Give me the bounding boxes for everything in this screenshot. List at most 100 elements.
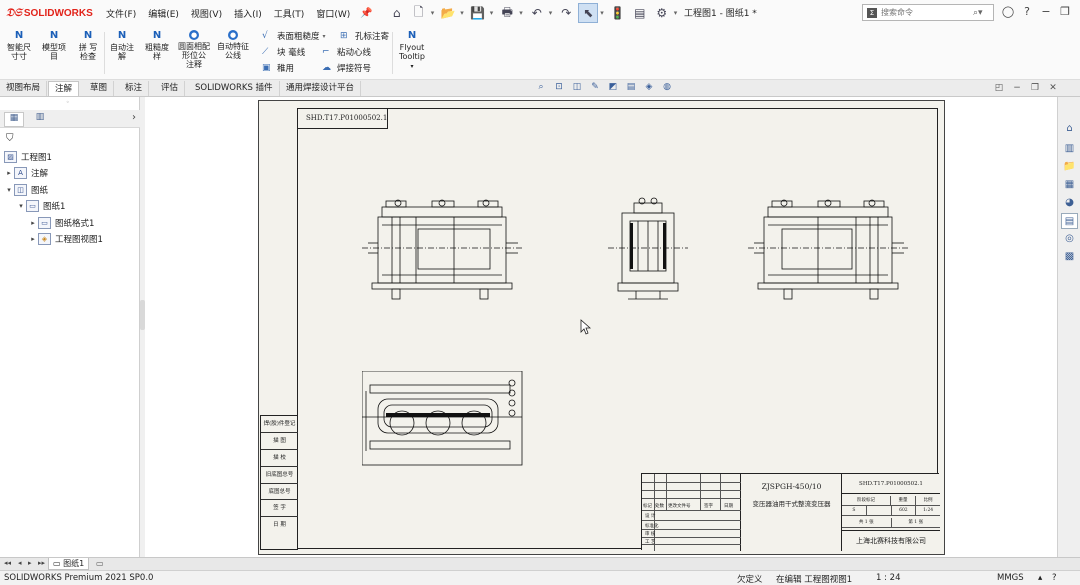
tab-annotation[interactable]: 注解 <box>48 81 80 96</box>
chevron-down-icon[interactable]: ▾ <box>519 9 523 17</box>
new-document-icon[interactable]: 🗋 <box>409 3 429 23</box>
top-view-drawing[interactable] <box>362 371 526 467</box>
document-close-icon[interactable]: ✕ <box>1044 83 1062 93</box>
graphics-area[interactable]: SHD.T17.P01000502.1 焊(胶)件登记 描 图 描 校 旧底图总… <box>145 97 1057 557</box>
auto-balloon-button[interactable]: N 自动注 解 <box>106 30 138 61</box>
datum-button[interactable]: ▣ 稚用 <box>262 62 294 74</box>
file-explorer-icon[interactable]: 📁 <box>1061 159 1078 175</box>
chevron-down-icon[interactable]: ▾ <box>323 33 326 40</box>
close-window-icon[interactable]: ✕ <box>1076 5 1080 18</box>
status-help-icon[interactable]: ? <box>1052 573 1057 583</box>
unit-system[interactable]: MMGS <box>997 573 1024 583</box>
add-sheet-icon[interactable]: ▭ <box>96 559 104 568</box>
tab-weld-platform[interactable]: 通用焊接设计平台 <box>280 81 362 96</box>
menu-file[interactable]: 文件(F) <box>100 7 142 20</box>
spell-check-button[interactable]: N 拼 写 检查 <box>74 30 102 61</box>
prev-sheet-icon[interactable]: ◂ <box>18 559 22 567</box>
select-cursor-icon[interactable]: ⬉ <box>578 3 599 23</box>
surface-roughness-button[interactable]: √ 表面粗糙度 ▾ <box>262 30 326 42</box>
chevron-down-icon[interactable]: ▾ <box>460 9 464 17</box>
document-restore-icon[interactable]: ❐ <box>1026 83 1044 93</box>
pin-icon[interactable]: 📌 <box>360 8 372 19</box>
smart-dimension-button[interactable]: N 智能尺 寸寸 <box>4 30 34 61</box>
tree-item-sheet-format[interactable]: ▸ ▭ 图纸格式1 <box>28 217 94 229</box>
sheet-tab[interactable]: ▭ 图纸1 <box>48 558 90 570</box>
expand-arrow-icon[interactable]: ▸ <box>28 219 38 227</box>
minimize-window-icon[interactable]: − <box>1038 5 1054 18</box>
flyout-tooltip-button[interactable]: N Flyout Tooltip ▾ <box>396 30 428 71</box>
sketch-pen-icon[interactable]: ✎ <box>588 82 602 92</box>
restore-window-icon[interactable]: ❐ <box>1057 5 1073 18</box>
tree-item-sheet-folder[interactable]: ▾ ◫ 图纸 <box>4 184 48 196</box>
display-style-icon[interactable]: ◩ <box>606 82 620 92</box>
tab-evaluate[interactable]: 评估 <box>155 81 186 96</box>
front-view-drawing[interactable] <box>362 193 524 303</box>
zoom-area-icon[interactable]: ⊡ <box>552 82 566 92</box>
menu-tools[interactable]: 工具(T) <box>268 7 311 20</box>
tree-root[interactable]: ▨ 工程图1 <box>4 151 52 163</box>
search-input[interactable] <box>881 8 973 17</box>
block-line-button[interactable]: ⟋ 块 毫线 <box>262 46 305 58</box>
tab-view-layout[interactable]: 视图布局 <box>0 81 48 96</box>
hole-callout-button[interactable]: ⊞ 孔标注寄 <box>340 30 389 42</box>
expand-arrow-icon[interactable]: ▸ <box>4 169 14 177</box>
next-sheet-icon[interactable]: ▸ <box>28 559 32 567</box>
solidworks-logo[interactable]: 𝔇𝔖 SOLIDWORKS <box>0 6 100 20</box>
document-minimize-icon[interactable]: − <box>1008 83 1026 93</box>
user-account-icon[interactable]: ◯ <box>1000 5 1016 18</box>
options-gear-icon[interactable]: ⚙ <box>652 3 672 23</box>
sheet-scale[interactable]: 1 : 24 <box>876 573 901 583</box>
chevron-up-icon[interactable]: ▴ <box>1038 573 1042 583</box>
drawing-sheet[interactable]: SHD.T17.P01000502.1 焊(胶)件登记 描 图 描 校 旧底图总… <box>258 100 945 555</box>
menu-window[interactable]: 窗口(W) <box>310 7 356 20</box>
rear-view-drawing[interactable] <box>748 193 910 303</box>
chevron-down-icon[interactable]: ▾ <box>549 9 553 17</box>
menu-insert[interactable]: 插入(I) <box>228 7 268 20</box>
chevron-down-icon[interactable]: ▾ <box>410 63 413 70</box>
tab-sketch[interactable]: 草图 <box>84 81 115 96</box>
chevron-down-icon[interactable]: ▾ <box>431 9 435 17</box>
undo-icon[interactable]: ↶ <box>527 3 547 23</box>
appearance-globe-icon[interactable]: ◍ <box>660 82 674 92</box>
search-commands-box[interactable]: Σ ⌕ ▾ <box>862 4 994 21</box>
view-palette-icon[interactable]: ▦ <box>1061 177 1078 193</box>
save-icon[interactable]: 💾 <box>468 3 488 23</box>
tab-markup[interactable]: 标注 <box>119 81 150 96</box>
collapse-arrow-icon[interactable]: ▾ <box>4 186 14 194</box>
collapse-arrow-icon[interactable]: ▾ <box>16 202 26 210</box>
first-sheet-icon[interactable]: ◂◂ <box>4 559 11 567</box>
property-manager-tab-icon[interactable]: ▥ <box>30 112 50 127</box>
filter-icon[interactable]: ⛉ <box>6 133 14 144</box>
tree-item-sheet[interactable]: ▾ ▭ 图纸1 <box>16 200 65 212</box>
previous-view-icon[interactable]: ◫ <box>570 82 584 92</box>
redo-icon[interactable]: ↷ <box>556 3 576 23</box>
appearances-icon[interactable]: ◕ <box>1061 195 1078 211</box>
design-library-icon[interactable]: ▥ <box>1061 141 1078 157</box>
chevron-down-icon[interactable]: ▾ <box>978 8 983 18</box>
roughness-button[interactable]: N 粗糙度 样 <box>141 30 173 61</box>
menu-view[interactable]: 视图(V) <box>185 7 228 20</box>
auto-centerline-button[interactable]: ⌐ 粘动心线 <box>322 46 371 58</box>
home-icon[interactable]: ⌂ <box>387 3 407 23</box>
feature-tree-tab-icon[interactable]: ▦ <box>4 112 24 127</box>
chevron-right-icon[interactable]: › <box>132 112 136 123</box>
tree-item-drawing-view[interactable]: ▸ ◈ 工程图视图1 <box>28 233 103 245</box>
traffic-light-icon[interactable]: 🚦 <box>608 3 628 23</box>
zoom-to-fit-icon[interactable]: ⌕ <box>534 82 548 92</box>
view-orientation-icon[interactable]: ▤ <box>624 82 638 92</box>
auto-tolerance-button[interactable]: ● 自动特征 公线 <box>214 30 252 60</box>
last-sheet-icon[interactable]: ▸▸ <box>38 559 45 567</box>
open-folder-icon[interactable]: 📂 <box>438 3 458 23</box>
print-icon[interactable]: 🖶 <box>497 3 517 23</box>
custom-properties-icon[interactable]: ▤ <box>1061 213 1078 229</box>
panel-grip-icon[interactable]: ◦ <box>66 99 70 106</box>
document-window-collapse-icon[interactable]: ◰ <box>990 83 1008 93</box>
model-items-button[interactable]: N 模型项 目 <box>38 30 70 61</box>
search-mode-icon[interactable]: Σ <box>867 7 877 18</box>
plugin-icon[interactable]: ▩ <box>1061 249 1078 265</box>
tree-item-annotations[interactable]: ▸ A 注解 <box>4 167 48 179</box>
weld-symbol-button[interactable]: ☁ 焊接符号 <box>322 62 371 74</box>
geometric-tolerance-button[interactable]: ● 圆面相配 形位公 注释 <box>176 30 212 69</box>
side-view-drawing[interactable] <box>608 193 688 303</box>
chevron-down-icon[interactable]: ▾ <box>490 9 494 17</box>
